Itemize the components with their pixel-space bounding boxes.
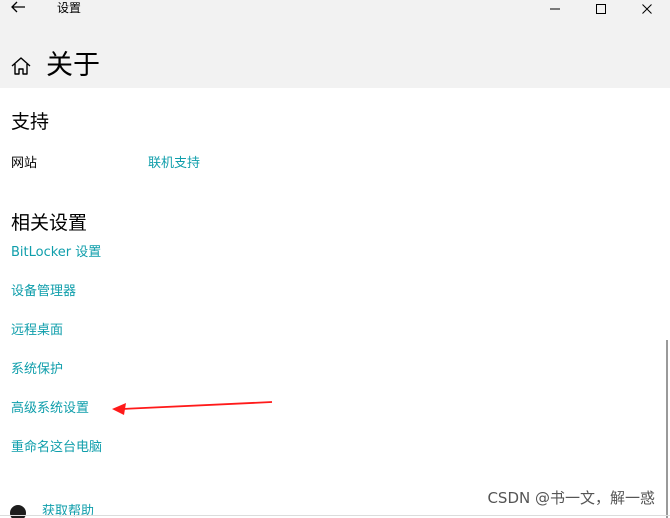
advanced-system-settings-link[interactable]: 高级系统设置	[11, 401, 89, 417]
maximize-icon	[596, 4, 606, 14]
get-help-row[interactable]: 获取帮助	[10, 504, 210, 518]
page-title: 关于	[46, 50, 100, 81]
settings-window: 设置 关于 支持 网站 联机支持 相关设置 BitLocker 设置 设备管理器…	[0, 0, 670, 518]
close-icon	[642, 4, 652, 14]
help-icon	[10, 505, 26, 518]
close-button[interactable]	[624, 0, 670, 18]
system-protection-link[interactable]: 系统保护	[11, 362, 63, 378]
page-heading: 关于	[10, 48, 100, 84]
app-title: 设置	[57, 1, 82, 15]
online-support-link[interactable]: 联机支持	[148, 156, 200, 172]
watermark-text: CSDN @书一文，解一惑	[487, 489, 655, 507]
minimize-icon	[550, 8, 560, 10]
bottom-divider	[0, 515, 670, 516]
annotation-arrow	[112, 401, 273, 415]
support-section-title: 支持	[11, 111, 50, 133]
home-icon[interactable]	[10, 55, 32, 77]
back-arrow-icon	[11, 1, 25, 13]
bitlocker-settings-link[interactable]: BitLocker 设置	[11, 245, 101, 261]
device-manager-link[interactable]: 设备管理器	[11, 284, 76, 300]
rename-pc-link[interactable]: 重命名这台电脑	[11, 440, 102, 456]
maximize-button[interactable]	[578, 0, 624, 18]
website-label: 网站	[11, 156, 38, 171]
title-bar: 设置	[0, 0, 670, 18]
related-settings-title: 相关设置	[11, 212, 88, 234]
vertical-scrollbar[interactable]	[666, 340, 668, 518]
remote-desktop-link[interactable]: 远程桌面	[11, 323, 63, 339]
minimize-button[interactable]	[532, 0, 578, 18]
back-button[interactable]	[10, 0, 30, 16]
